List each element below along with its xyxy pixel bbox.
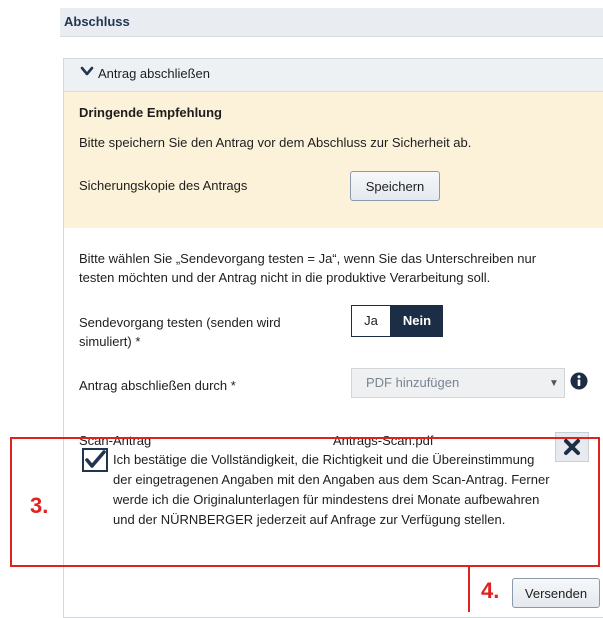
- confirm-text-line3: werde ich die Originalunterlagen für min…: [113, 492, 540, 507]
- info-text-line1: Bitte wählen Sie „Sendevorgang testen = …: [79, 251, 537, 266]
- send-test-label-line2: simuliert) *: [79, 334, 141, 349]
- info-icon[interactable]: [570, 372, 588, 390]
- send-test-label-line1: Sendevorgang testen (senden wird: [79, 315, 281, 330]
- accordion-label[interactable]: Antrag abschließen: [98, 66, 210, 81]
- section-title: Abschluss: [64, 14, 130, 29]
- toggle-option-ja[interactable]: Ja: [351, 305, 391, 337]
- recommendation-text: Bitte speichern Sie den Antrag vor dem A…: [79, 135, 472, 150]
- info-text-line2: testen möchten und der Antrag nicht in d…: [79, 270, 491, 285]
- chevron-down-icon[interactable]: [80, 64, 94, 78]
- send-button[interactable]: Versenden: [512, 578, 600, 608]
- toggle-option-nein[interactable]: Nein: [391, 305, 443, 337]
- complete-by-label: Antrag abschließen durch *: [79, 378, 236, 393]
- step-3-label: 3.: [30, 493, 49, 518]
- save-button[interactable]: Speichern: [350, 171, 440, 201]
- dropdown-arrow-icon[interactable]: ▼: [549, 378, 559, 389]
- section-header: [60, 8, 603, 37]
- backup-label: Sicherungskopie des Antrags: [79, 178, 248, 193]
- step-4-label: 4.: [481, 578, 500, 603]
- confirm-text-line1: Ich bestätige die Vollständigkeit, die R…: [113, 452, 535, 467]
- recommendation-heading: Dringende Empfehlung: [79, 105, 222, 120]
- confirm-text-line2: der eingetragenen Angaben mit den Angabe…: [113, 472, 550, 487]
- confirm-checkbox[interactable]: [82, 448, 108, 472]
- confirm-text-line4: und der NÜRNBERGER jederzeit auf Anfrage…: [113, 512, 506, 527]
- checkmark-icon: [85, 450, 106, 468]
- complete-by-selected-value[interactable]: PDF hinzufügen: [366, 375, 459, 390]
- annotation-line-step4: [468, 566, 470, 612]
